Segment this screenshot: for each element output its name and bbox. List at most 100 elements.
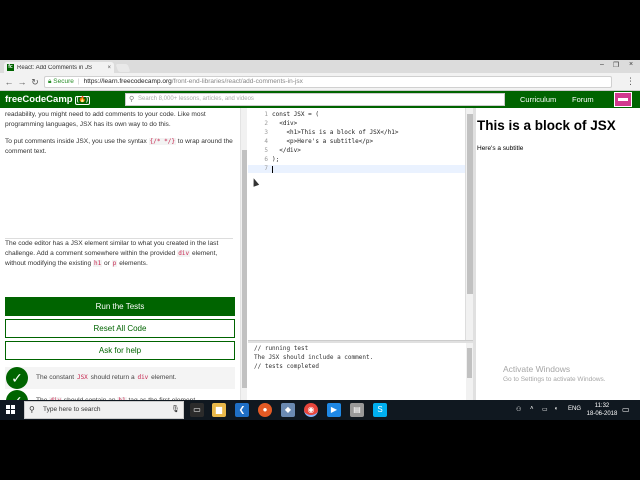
taskbar-search-input[interactable]: ⚲ Type here to search 🎙︎ [24, 401, 184, 419]
url-path: /front-end-libraries/react/add-comments-… [171, 78, 303, 85]
taskbar-clock[interactable]: 11:32 18-06-2018 [585, 402, 619, 418]
test-text: The constant JSX should return a div ele… [36, 374, 177, 381]
search-placeholder: Search 8,000+ lessons, articles, and vid… [138, 96, 254, 102]
editor-scrollbar[interactable] [465, 108, 473, 340]
reset-code-button[interactable]: Reset All Code [5, 319, 235, 338]
secure-label: Secure [53, 78, 74, 85]
clock-date: 18-06-2018 [586, 411, 618, 417]
nav-link-forum[interactable]: Forum [572, 94, 594, 105]
skype-icon[interactable]: S [373, 403, 387, 417]
description-paragraph-2: To put comments inside JSX, you use the … [5, 138, 233, 155]
forward-arrow-icon[interactable]: → [17, 76, 27, 88]
maximize-button[interactable]: ❐ [610, 61, 622, 69]
code-editor[interactable]: 1 const JSX = (2 <div> 3 <h1>This is a blo… [248, 108, 465, 340]
run-tests-button[interactable]: Run the Tests [5, 297, 235, 316]
line-number: 7 [264, 165, 268, 172]
line-code: const JSX = ( [272, 111, 319, 118]
search-input[interactable]: ⚲ Search 8,000+ lessons, articles, and v… [125, 93, 505, 106]
line-number: 4 [264, 138, 268, 145]
line-number: 5 [264, 147, 268, 154]
tab-title: React: Add Comments in JS [17, 64, 93, 71]
line-number: 6 [264, 156, 268, 163]
fcc-logo-mark: (🔥) [74, 96, 91, 105]
windows-start-icon[interactable] [6, 405, 16, 415]
line-number: 2 [264, 120, 268, 127]
console-scrollbar[interactable] [466, 343, 473, 400]
text-cursor [272, 166, 273, 173]
test-console-output: // running test The JSX should include a… [248, 343, 473, 400]
instructions-scrollbar[interactable] [240, 108, 247, 400]
taskbar-search-placeholder: Type here to search [43, 406, 101, 413]
tray-chevron-icon[interactable]: ˄ [530, 406, 534, 412]
search-icon: ⚲ [129, 96, 135, 103]
windows-taskbar: ⚲ Type here to search 🎙︎ ▭ ▆ ❮ ● ◆ ◉ ▶ ▤… [0, 400, 640, 420]
instructions-panel: readability, you might need to add comme… [0, 108, 240, 420]
scrollbar-thumb[interactable] [242, 150, 247, 388]
lock-icon: 🔒︎ [48, 78, 52, 85]
language-indicator[interactable]: ENG [568, 406, 581, 412]
fcc-logo-text: freeCodeCamp [5, 94, 73, 105]
fcc-logo[interactable]: freeCodeCamp (🔥) [5, 93, 91, 106]
editor-line[interactable]: 3 <h1>This is a block of JSX</h1> [248, 129, 465, 137]
avatar[interactable] [614, 92, 632, 107]
nav-link-curriculum[interactable]: Curriculum [520, 94, 556, 105]
editor-line[interactable]: 5 </div> [248, 147, 465, 155]
line-code: <p>Here's a subtitle</p> [272, 138, 374, 145]
url-host: https://learn.freecodecamp.org [83, 78, 172, 85]
line-code: <h1>This is a block of JSX</h1> [272, 129, 399, 136]
clock-time: 11:32 [594, 403, 610, 409]
fcc-navbar: freeCodeCamp (🔥) ⚲ Search 8,000+ lessons,… [0, 91, 640, 108]
notepad-icon[interactable]: ▤ [350, 403, 364, 417]
reload-icon[interactable]: ↻ [30, 76, 40, 88]
microphone-icon[interactable]: 🎙︎ [171, 402, 180, 418]
preview-pane: This is a block of JSX Here's a subtitle… [476, 108, 640, 400]
scrollbar-thumb[interactable] [467, 348, 472, 378]
editor-line[interactable]: 1 const JSX = ( [248, 111, 465, 119]
watermark-title: Activate Windows [503, 364, 571, 374]
editor-line[interactable]: 2 <div> [248, 120, 465, 128]
description-paragraph-1: readability, you might need to add comme… [5, 111, 206, 128]
back-arrow-icon[interactable]: ← [4, 76, 14, 88]
address-bar[interactable]: 🔒︎ Secure | https://learn.freecodecamp.org… [44, 76, 612, 88]
chrome-icon[interactable]: ◉ [304, 403, 318, 417]
media-player-icon[interactable]: ▶ [327, 403, 341, 417]
fcc-favicon-icon: fc [7, 64, 14, 71]
new-tab-button[interactable] [115, 64, 131, 72]
watermark-subtitle: Go to Settings to activate Windows. [503, 376, 606, 383]
tab-close-icon[interactable]: × [107, 65, 111, 71]
app-shield-icon[interactable]: ◆ [281, 403, 295, 417]
minimize-button[interactable]: – [596, 61, 608, 68]
test-item: ✓ The constant JSX should return a div el… [5, 367, 235, 389]
line-number: 1 [264, 111, 268, 118]
vscode-icon[interactable]: ❮ [235, 403, 249, 417]
screen: fc React: Add Comments in JS × – ❐ × ← →… [0, 60, 640, 420]
browser-menu-icon[interactable]: ⋮ [626, 76, 635, 87]
line-number: 3 [264, 129, 268, 136]
preview-subtitle: Here's a subtitle [477, 145, 524, 152]
editor-line[interactable]: 6); [248, 156, 465, 164]
editor-line[interactable]: 7 [248, 165, 465, 173]
brave-browser-icon[interactable]: ● [258, 403, 272, 417]
notification-icon[interactable]: ▭ [622, 405, 630, 414]
browser-toolbar: ← → ↻ 🔒︎ Secure | https://learn.freecodeca… [0, 73, 640, 91]
browser-tab[interactable]: fc React: Add Comments in JS × [4, 62, 114, 73]
line-code: </div> [272, 147, 301, 154]
browser-tab-strip: fc React: Add Comments in JS × – ❐ × [0, 60, 640, 73]
battery-icon[interactable]: ▭ [542, 406, 548, 413]
challenge-instructions: The code editor has a JSX element simila… [5, 240, 219, 267]
line-code: <div> [272, 120, 298, 127]
check-icon: ✓ [6, 367, 28, 389]
file-explorer-icon[interactable]: ▆ [212, 403, 226, 417]
preview-heading: This is a block of JSX [477, 118, 616, 133]
ask-for-help-button[interactable]: Ask for help [5, 341, 235, 360]
line-code: ); [272, 156, 280, 163]
activate-windows-watermark: Activate Windows Go to Settings to activ… [503, 364, 606, 384]
challenge-description: readability, you might need to add comme… [5, 110, 233, 164]
editor-line[interactable]: 4 <p>Here's a subtitle</p> [248, 138, 465, 146]
task-view-icon[interactable]: ▭ [190, 403, 204, 417]
close-window-button[interactable]: × [625, 61, 637, 68]
people-icon[interactable]: ⚇ [516, 406, 521, 413]
url-separator: | [77, 78, 80, 85]
search-icon: ⚲ [29, 405, 35, 414]
volume-icon[interactable]: ◖ [554, 406, 558, 412]
